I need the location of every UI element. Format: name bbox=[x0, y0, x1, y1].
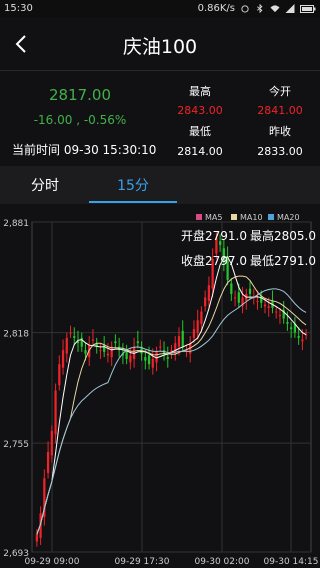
candle-body bbox=[106, 353, 110, 356]
bluetooth-icon bbox=[257, 4, 263, 13]
moving-averages bbox=[36, 256, 307, 535]
candle-body bbox=[256, 300, 259, 302]
candle-body bbox=[50, 430, 53, 456]
candle-body bbox=[248, 288, 252, 294]
candle-body bbox=[69, 332, 72, 334]
legend-swatch bbox=[196, 214, 202, 220]
kline-chart[interactable]: 2,881 2,818 2,755 2,693 09-29 09:00 09-29 17… bbox=[0, 204, 320, 568]
open-label: 今开 bbox=[269, 85, 291, 98]
chart-grid bbox=[32, 221, 311, 553]
candle-body bbox=[114, 341, 117, 344]
current-time-label: 当前时间 bbox=[12, 143, 61, 157]
network-speed: 0.86K/s bbox=[197, 3, 235, 14]
candle-body bbox=[129, 355, 132, 363]
ohlc-close: 收盘2797.0 bbox=[181, 254, 247, 268]
battery-icon bbox=[300, 4, 316, 13]
prev-close-value: 2833.00 bbox=[257, 145, 303, 158]
last-price: 2817.00 bbox=[48, 86, 112, 104]
x-tick-label: 09-29 17:30 bbox=[115, 557, 170, 567]
price-change: -16.00 , -0.56% bbox=[33, 113, 127, 127]
candle-body bbox=[181, 330, 184, 347]
y-tick-label: 2,881 bbox=[3, 219, 29, 229]
legend-swatch bbox=[231, 214, 237, 220]
candle-body bbox=[263, 304, 267, 307]
wifi-icon bbox=[270, 5, 280, 13]
x-tick-label: 09-30 02:00 bbox=[195, 557, 250, 567]
candle-body bbox=[301, 339, 304, 342]
page-title: 庆油100 bbox=[122, 36, 198, 58]
signal-icon bbox=[285, 4, 295, 13]
candle-body bbox=[297, 336, 300, 338]
ohlc-low: 最低2791.0 bbox=[250, 254, 316, 268]
status-bar: 15:30 0.86K/s bbox=[0, 0, 320, 18]
status-time: 15:30 bbox=[4, 3, 33, 14]
chart-legend: MA5 MA10 MA20 bbox=[196, 213, 300, 222]
candle-body bbox=[144, 357, 147, 361]
legend-swatch bbox=[268, 214, 274, 220]
candle-body bbox=[65, 337, 68, 354]
candle-body bbox=[58, 364, 61, 386]
x-axis: 09-29 09:00 09-29 17:30 09-30 02:00 09-30 1… bbox=[25, 557, 319, 567]
current-time-value: 09-30 15:30:10 bbox=[63, 143, 157, 157]
candle-body bbox=[267, 306, 270, 309]
candle-body bbox=[46, 451, 50, 474]
candle-body bbox=[99, 350, 102, 352]
legend-label: MA5 bbox=[205, 213, 222, 222]
prev-close-label: 昨收 bbox=[269, 125, 291, 138]
candle-body bbox=[35, 534, 38, 542]
low-label: 最低 bbox=[189, 125, 211, 138]
candle-body bbox=[151, 358, 154, 368]
title-bar: 庆油100 bbox=[0, 18, 320, 70]
candle-body bbox=[177, 336, 181, 347]
candle-body bbox=[166, 357, 169, 359]
open-value: 2841.00 bbox=[257, 104, 303, 117]
candle-body bbox=[233, 297, 237, 299]
candle-body bbox=[61, 350, 65, 368]
high-label: 最高 bbox=[189, 85, 211, 98]
candle-body bbox=[147, 355, 151, 365]
candle-body bbox=[103, 344, 106, 352]
quote-panel: 2817.00 -16.00 , -0.56% 当前时间 09-30 15:30… bbox=[0, 70, 320, 166]
candle-body bbox=[73, 336, 76, 338]
candle-body bbox=[278, 315, 282, 317]
candle-body bbox=[275, 311, 278, 313]
x-tick-label: 09-29 09:00 bbox=[25, 557, 80, 567]
legend-label: MA20 bbox=[277, 213, 300, 222]
candle-body bbox=[110, 346, 113, 358]
candle-body bbox=[237, 292, 240, 303]
tab-timeshare[interactable]: 分时 bbox=[0, 175, 90, 195]
tab-15min[interactable]: 15分 bbox=[88, 175, 178, 195]
chart-frame bbox=[31, 221, 312, 553]
candle-body bbox=[192, 329, 196, 338]
tab-active-indicator bbox=[89, 201, 177, 203]
candle-body bbox=[290, 327, 293, 330]
legend-label: MA10 bbox=[240, 213, 263, 222]
current-time: 当前时间 09-30 15:30:10 bbox=[12, 141, 156, 158]
period-tabs: 分时 15分 bbox=[0, 166, 320, 204]
candle-body bbox=[286, 322, 289, 324]
candle-body bbox=[84, 350, 87, 354]
alarm-icon bbox=[241, 5, 249, 13]
x-tick-label: 09-30 14:15 bbox=[264, 557, 319, 567]
y-axis: 2,8812,8182,7552,693 bbox=[3, 219, 29, 559]
low-value: 2814.00 bbox=[177, 145, 223, 158]
candle-body bbox=[91, 339, 95, 341]
ohlc-open: 开盘2791.0 bbox=[181, 229, 247, 243]
ohlc-high: 最高2805.0 bbox=[250, 229, 316, 243]
candle-body bbox=[159, 346, 162, 348]
candle-body bbox=[207, 285, 211, 301]
candle-body bbox=[204, 297, 207, 307]
status-icons: 0.86K/s bbox=[198, 3, 316, 14]
candle-body bbox=[54, 390, 57, 435]
y-tick-label: 2,818 bbox=[3, 330, 29, 340]
high-value: 2843.00 bbox=[177, 104, 223, 117]
candle-body bbox=[200, 311, 203, 324]
y-tick-label: 2,755 bbox=[3, 440, 29, 450]
ma10-line bbox=[36, 275, 307, 535]
candle-body bbox=[230, 283, 233, 294]
candle-body bbox=[196, 320, 199, 333]
ma20-line bbox=[36, 288, 307, 535]
candle-body bbox=[136, 341, 139, 344]
